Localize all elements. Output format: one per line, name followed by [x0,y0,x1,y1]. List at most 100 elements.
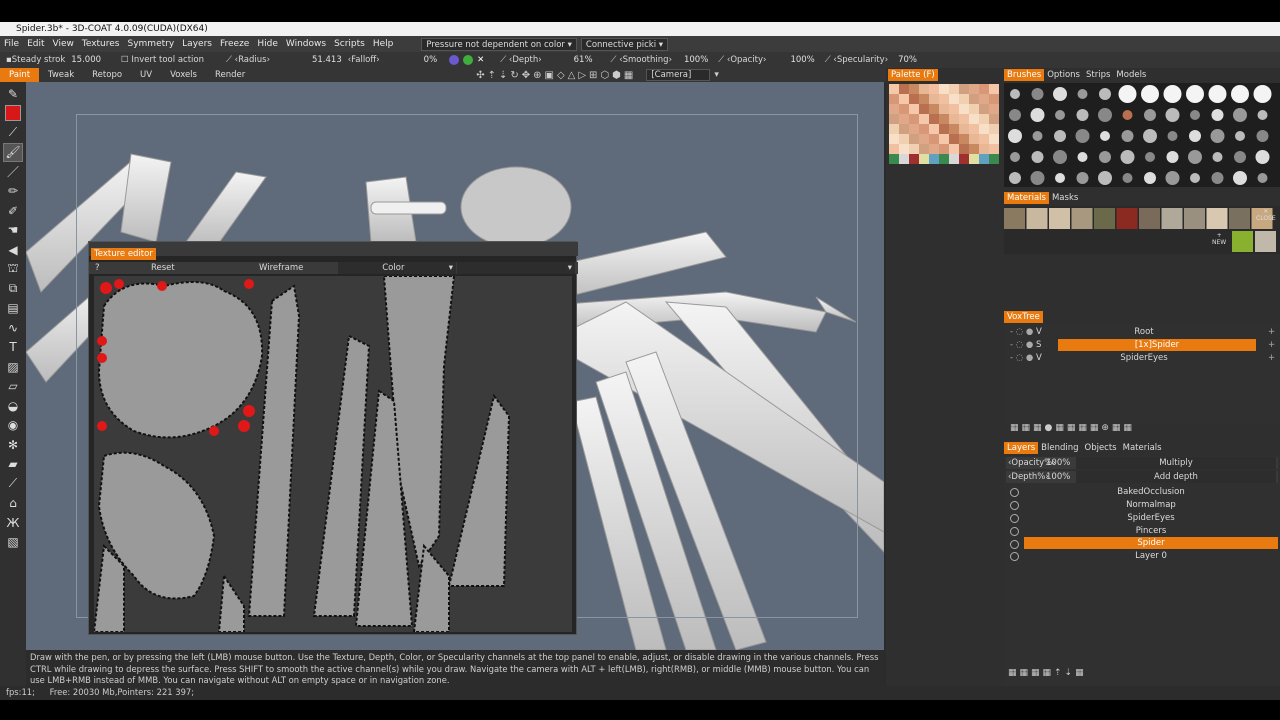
steady-stroke-value[interactable]: 15.000 [71,55,101,65]
voxtree-row-spider[interactable]: - ◌ ● S [1x]Spider + [1010,339,1278,351]
navigation-icons[interactable]: ✣⇡⇣↻✥⊕▣◇△▷⊞⬡⬢▦ [476,70,636,81]
menu-symmetry[interactable]: Symmetry [124,36,179,52]
airbrush-icon[interactable]: ⟋ [3,123,23,143]
texture-editor-window[interactable]: Texture editor ? Reset Wireframe Color ▾… [88,241,578,635]
measure-icon[interactable]: ▧ [3,533,23,553]
room-uv[interactable]: UV [131,68,161,82]
voxtree-row-spidereyes[interactable]: - ◌ ● V SpiderEyes + [1010,352,1278,364]
curve-icon[interactable]: ∿ [3,318,23,338]
color-channel-icon[interactable] [463,55,474,65]
texture-channel-icon[interactable] [449,55,460,65]
menu-help[interactable]: Help [369,36,398,52]
gear-icon[interactable]: ✻ [3,435,23,455]
menu-freeze[interactable]: Freeze [216,36,253,52]
butterfly-icon[interactable]: Ж [3,513,23,533]
menu-windows[interactable]: Windows [282,36,330,52]
depth-value[interactable]: 61% [574,55,593,65]
tab-models[interactable]: Models [1113,69,1149,81]
menu-hide[interactable]: Hide [253,36,282,52]
depth-slider[interactable]: ⟋ ‹Depth› [494,55,547,65]
room-paint[interactable]: Paint [0,68,40,82]
help-button[interactable]: ? [95,262,100,274]
falloff-slider[interactable]: ‹Falloff› [342,55,386,65]
color-swatch[interactable] [3,104,23,124]
menu-scripts[interactable]: Scripts [330,36,369,52]
picture-icon[interactable]: ▨ [3,357,23,377]
palette-swatches[interactable] [889,84,999,166]
channel-dropdown[interactable]: Color ▾ [338,262,456,274]
close-icon[interactable]: ✕ [477,55,484,65]
opacity-slider[interactable]: ⟋ ‹Opacity› [712,55,772,65]
layer-spidereyes[interactable]: SpiderEyes [1024,512,1278,524]
brush-grid[interactable] [1004,83,1280,187]
close-button[interactable]: ✕ CLOSE [1256,208,1276,222]
room-render[interactable]: Render [206,68,254,82]
tab-strips[interactable]: Strips [1083,69,1113,81]
wireframe-toggle[interactable]: Wireframe [259,262,303,274]
smudge-icon[interactable]: ☚ [3,221,23,241]
camera-dropdown[interactable]: [Camera] [646,69,711,81]
tab-voxtree[interactable]: VoxTree [1004,311,1043,323]
smoothing-slider[interactable]: ⟋ ‹Smoothing› [605,55,678,65]
reset-button[interactable]: Reset [151,262,175,274]
uv-canvas[interactable] [94,276,572,632]
room-retopo[interactable]: Retopo [83,68,131,82]
tab-layers[interactable]: Layers [1004,442,1039,454]
eye-icon[interactable] [1010,527,1019,536]
fill-bucket-icon[interactable]: ◒ [3,396,23,416]
tab-options[interactable]: Options [1044,69,1083,81]
eraser-icon[interactable]: ▱ [3,377,23,397]
pen-icon[interactable]: ✎ [3,84,23,104]
chevron-down-icon[interactable]: ▾ [714,70,719,80]
text-icon[interactable]: T [3,338,23,358]
texture-dropdown[interactable]: ▾ [457,262,575,274]
eye-icon[interactable] [1010,488,1019,497]
falloff-value[interactable]: 0% [424,55,438,65]
layer-baked-occlusion[interactable]: BakedOcclusion [1024,486,1278,498]
marker-icon[interactable]: ✐ [3,201,23,221]
line-icon[interactable]: ／ [3,162,23,182]
eye-icon[interactable] [1010,501,1019,510]
clone-icon[interactable]: ⧉ [3,279,23,299]
tab-palette[interactable]: Palette (F) [888,69,938,81]
brush-icon[interactable]: 🖌 [3,142,23,162]
steady-stroke-toggle[interactable]: ▪Steady strok [0,55,71,65]
room-voxels[interactable]: Voxels [161,68,206,82]
invert-tool-checkbox[interactable]: ☐ Invert tool action [115,55,210,65]
opacity-value[interactable]: 100% [790,55,814,65]
tab-brushes[interactable]: Brushes [1004,69,1045,81]
menu-textures[interactable]: Textures [78,36,124,52]
new-material-button[interactable]: + NEW [1212,232,1226,246]
layer-pincers[interactable]: Pincers [1024,525,1278,537]
layers-toolbar-icons[interactable]: ▦▦▦▦⇡⇣▦ [1008,668,1128,682]
copy-icon[interactable]: ▤ [3,299,23,319]
layer-normalmap[interactable]: Normalmap [1024,499,1278,511]
pressure-dropdown[interactable]: Pressure not dependent on color ▾ [421,37,577,51]
smoothing-value[interactable]: 100% [684,55,708,65]
voxtree-row-root[interactable]: - ◌ ● V Root + [1010,326,1278,338]
tab-materials[interactable]: Materials [1004,192,1049,204]
eye-icon[interactable] [1010,552,1019,561]
stamp-icon[interactable]: ⛫ [3,260,23,280]
menu-layers[interactable]: Layers [178,36,216,52]
menu-file[interactable]: File [0,36,23,52]
eye-icon[interactable]: ◉ [3,416,23,436]
radius-value[interactable]: 51.413 [312,55,342,65]
pencil-icon[interactable]: ✏ [3,182,23,202]
tab-masks[interactable]: Masks [1049,192,1081,204]
tab-layer-materials[interactable]: Materials [1120,442,1165,454]
voxtree-toolbar-icons[interactable]: ▦▦▦●▦▦▦▦⊕▦▦ [1004,423,1280,437]
room-tweak[interactable]: Tweak [39,68,83,82]
iron-icon[interactable]: ⌂ [3,494,23,514]
menu-edit[interactable]: Edit [23,36,48,52]
materials-grid[interactable]: ✕ CLOSE + NEW [1004,206,1280,254]
specularity-value[interactable]: 70% [898,55,917,65]
radius-slider[interactable]: ⟋ ‹Radius› [220,55,276,65]
layer-0[interactable]: Layer 0 [1024,550,1278,562]
knife-icon[interactable]: ⟋ [3,474,23,494]
layer-opacity-row[interactable]: ‹Opacity%› 100% Multiply [1006,457,1278,469]
layer-spider[interactable]: Spider [1024,537,1278,549]
menu-view[interactable]: View [49,36,78,52]
tab-blending[interactable]: Blending [1038,442,1081,454]
picking-dropdown[interactable]: Connective picki ▾ [580,37,669,51]
